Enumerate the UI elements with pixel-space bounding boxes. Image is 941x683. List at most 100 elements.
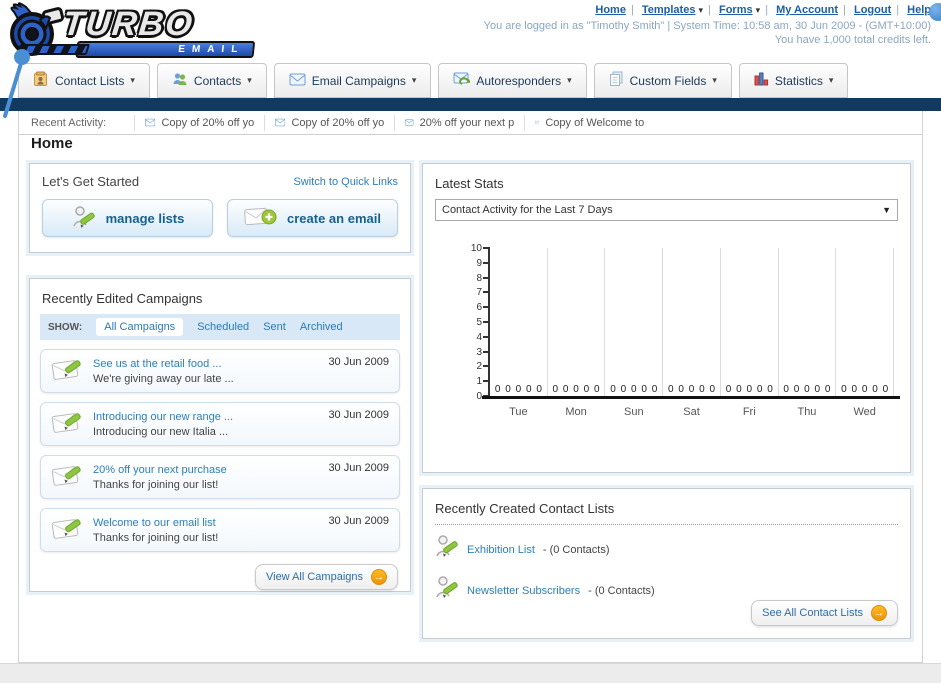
filter-scheduled[interactable]: Scheduled	[197, 321, 249, 333]
annotation-pin-left	[3, 49, 30, 118]
recent-activity-item[interactable]: Copy of 20% off yo	[264, 114, 394, 131]
recent-activity-bar: Recent Activity: Copy of 20% off yo Copy…	[19, 111, 922, 135]
data-value-label: 0	[767, 384, 773, 395]
data-value-label: 0	[872, 384, 878, 395]
envelope-icon	[405, 119, 414, 126]
data-value-label: 0	[505, 384, 511, 395]
filter-sent[interactable]: Sent	[263, 321, 286, 333]
data-value-label: 0	[804, 384, 810, 395]
campaign-row[interactable]: See us at the retail food ... We're givi…	[40, 349, 400, 393]
tab-label: Statistics	[774, 73, 823, 88]
y-axis-tick-label: 4	[476, 331, 482, 343]
campaign-row[interactable]: Introducing our new range ... Introducin…	[40, 402, 400, 446]
campaign-date: 30 Jun 2009	[328, 409, 389, 421]
tab-email-campaigns[interactable]: Email Campaigns ▾	[273, 63, 432, 98]
y-axis-tick-mark	[483, 395, 490, 397]
envelope-icon	[145, 118, 156, 127]
manage-lists-button[interactable]: manage lists	[42, 199, 213, 237]
autoresponders-icon	[453, 72, 472, 90]
y-axis-tick-mark	[483, 380, 490, 383]
filter-archived[interactable]: Archived	[300, 321, 343, 333]
data-value-label: 0	[525, 384, 532, 395]
recent-activity-item[interactable]: 20% off your next p	[394, 114, 524, 131]
chart-day-group: 0 0 0 0 0 Wed	[836, 248, 895, 418]
envelope-pencil-icon	[51, 355, 85, 388]
link-forms[interactable]: Forms	[719, 4, 753, 16]
turbo-email-logo[interactable]: TURBO EMAIL	[6, 2, 256, 65]
tab-statistics[interactable]: Statistics ▾	[738, 63, 849, 98]
campaign-row[interactable]: Welcome to our email list Thanks for joi…	[40, 508, 400, 552]
data-value-label: 0	[678, 384, 684, 395]
chart-day-group: 0 0 0 0 0 Sat	[663, 248, 721, 418]
y-axis-tick-label: 9	[476, 257, 482, 269]
contact-list-link[interactable]: Exhibition List	[467, 544, 535, 556]
link-logout[interactable]: Logout	[854, 4, 891, 16]
data-value-label: 0	[552, 384, 559, 395]
campaign-title-link[interactable]: Welcome to our email list	[93, 516, 320, 530]
tab-autoresponders[interactable]: Autoresponders ▾	[438, 63, 587, 98]
campaign-date: 30 Jun 2009	[328, 515, 389, 527]
data-value-label: 0	[562, 384, 569, 395]
data-value-label: 0	[667, 384, 674, 395]
tab-custom-fields[interactable]: Custom Fields ▾	[593, 63, 732, 98]
recent-activity-label: Recent Activity:	[31, 116, 107, 129]
data-value-label: 0	[610, 384, 616, 395]
campaign-subtitle: We're giving away our late ...	[93, 372, 234, 385]
logo-email-bar: EMAIL	[16, 41, 256, 58]
data-value-label: 0	[783, 384, 789, 395]
filter-all-campaigns[interactable]: All Campaigns	[96, 318, 184, 336]
contact-lists-panel: Recently Created Contact Lists Exhibitio…	[422, 488, 911, 639]
get-started-panel: Let's Get Started Switch to Quick Links …	[29, 163, 411, 253]
envelope-pencil-icon	[51, 514, 85, 547]
tab-contacts[interactable]: Contacts ▾	[156, 63, 267, 98]
link-templates[interactable]: Templates	[642, 4, 696, 16]
x-axis-day-label: Thu	[797, 406, 817, 418]
person-pencil-icon	[435, 533, 459, 566]
contact-list-link[interactable]: Newsletter Subscribers	[467, 585, 580, 597]
chart-day-group: 0 0 0 0 0 Tue	[490, 248, 548, 418]
link-my-account[interactable]: My Account	[776, 4, 838, 16]
stats-period-dropdown[interactable]: Contact Activity for the Last 7 Days ▼	[435, 199, 898, 221]
annotation-pin-right	[929, 3, 941, 21]
chart-day-group: 0 0 0 0 0 Mon	[548, 248, 606, 418]
campaign-subtitle: Thanks for joining our list!	[93, 531, 219, 544]
campaign-title-link[interactable]: Introducing our new range ...	[93, 410, 320, 424]
data-value-label: 0	[736, 384, 742, 395]
chevron-down-icon: ▾	[698, 5, 704, 15]
y-axis-tick-mark	[483, 247, 490, 249]
switch-quick-links[interactable]: Switch to Quick Links	[293, 176, 398, 188]
campaign-title-link[interactable]: 20% off your next purchase	[93, 463, 320, 477]
turbo-email-dashboard: TURBO EMAIL Home | Templates ▾ | Forms ▾ | …	[0, 0, 941, 683]
chart-day-group: 0 0 0 0 0 Fri	[721, 248, 779, 418]
tab-label: Contacts	[193, 73, 242, 88]
y-axis-tick-label: 8	[476, 272, 482, 284]
campaigns-panel: Recently Edited Campaigns SHOW: All Camp…	[29, 278, 411, 592]
y-axis-tick-label: 6	[476, 302, 482, 314]
data-value-label: 0	[594, 384, 600, 395]
chevron-down-icon: ▾	[130, 75, 135, 85]
link-help[interactable]: Help	[907, 4, 931, 16]
view-all-campaigns-button[interactable]: View All Campaigns →	[254, 564, 398, 590]
y-axis-tick-mark	[483, 276, 490, 279]
y-axis-tick-mark	[483, 291, 490, 294]
y-axis-tick-mark	[483, 261, 490, 264]
show-label: SHOW:	[48, 321, 83, 333]
header: TURBO EMAIL Home | Templates ▾ | Forms ▾ | …	[0, 0, 941, 62]
create-email-button[interactable]: create an email	[227, 199, 398, 237]
campaign-row[interactable]: 20% off your next purchase Thanks for jo…	[40, 455, 400, 499]
data-value-label: 0	[725, 384, 732, 395]
y-axis-tick-label: 5	[476, 317, 482, 328]
link-home[interactable]: Home	[595, 4, 626, 16]
y-axis-tick-label: 0	[476, 391, 482, 402]
tab-label: Custom Fields	[629, 73, 707, 88]
page-title: Home	[31, 135, 73, 152]
recent-activity-item[interactable]: Copy of Welcome to	[524, 114, 654, 131]
person-pencil-icon	[435, 574, 459, 607]
recent-activity-item[interactable]: Copy of 20% off yo	[134, 114, 264, 131]
see-all-contact-lists-button[interactable]: See All Contact Lists →	[751, 600, 898, 626]
email-campaigns-icon	[289, 73, 306, 89]
chevron-down-icon: ▾	[712, 75, 717, 85]
campaign-title-link[interactable]: See us at the retail food ...	[93, 357, 320, 371]
contact-list-row[interactable]: Exhibition List - (0 Contacts)	[435, 533, 898, 566]
x-axis-day-label: Mon	[565, 406, 587, 418]
